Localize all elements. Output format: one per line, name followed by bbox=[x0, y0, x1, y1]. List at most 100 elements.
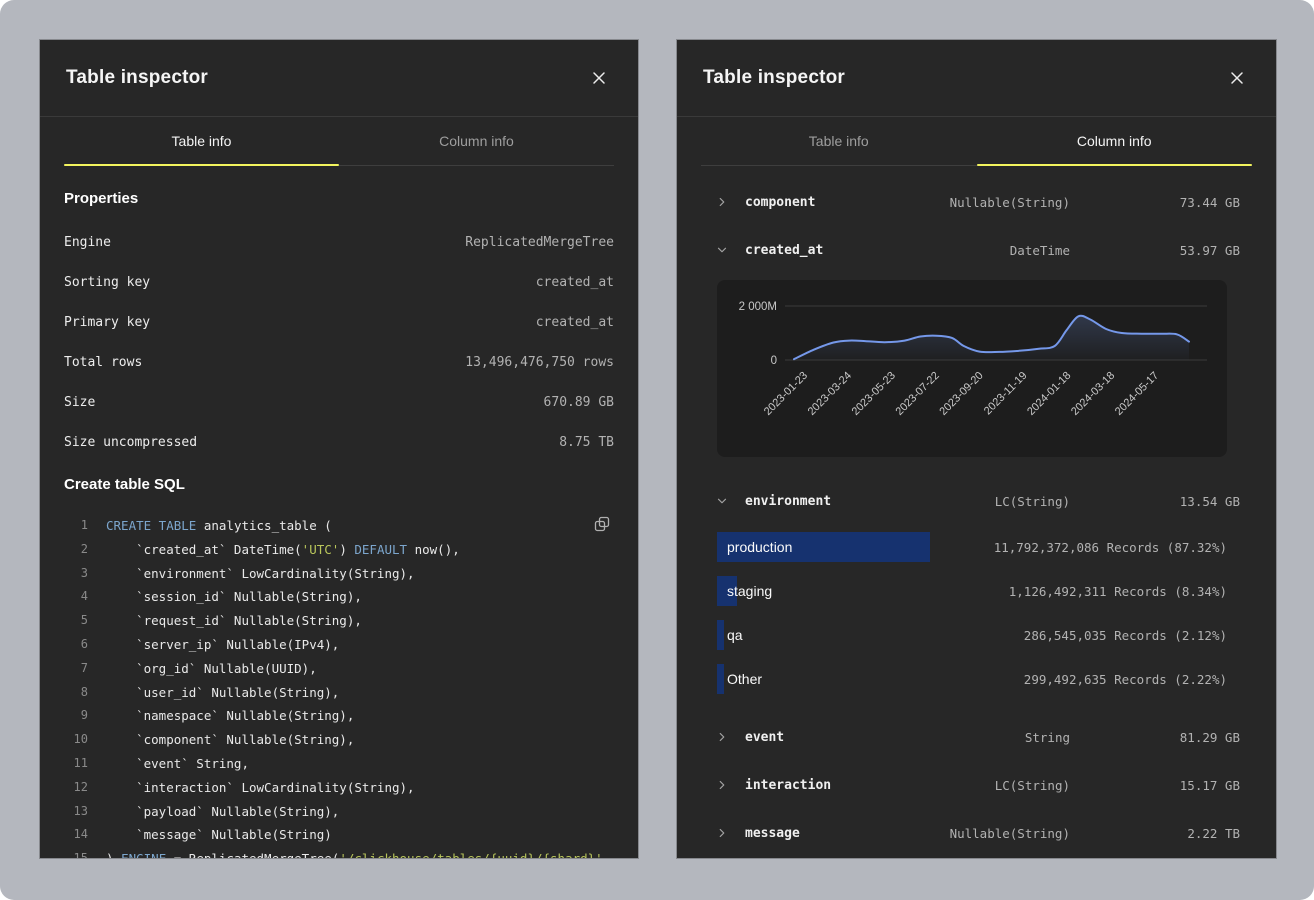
table-inspector-modal-table-info: Table inspector Table info Column info P… bbox=[40, 40, 638, 858]
tab-column-info[interactable]: Column info bbox=[339, 117, 614, 165]
property-label: Primary key bbox=[64, 315, 150, 330]
line-number: 7 bbox=[64, 657, 88, 681]
chevron-down-icon bbox=[715, 494, 729, 508]
column-name: event bbox=[745, 730, 910, 745]
property-value: ReplicatedMergeTree bbox=[465, 235, 614, 250]
tab-column-info[interactable]: Column info bbox=[977, 117, 1253, 165]
line-number: 13 bbox=[64, 800, 88, 824]
column-type: String bbox=[910, 730, 1070, 745]
column-row-interaction[interactable]: interaction LC(String) 15.17 GB bbox=[677, 761, 1276, 809]
sql-code-line: 1CREATE TABLE analytics_table ( bbox=[64, 514, 614, 538]
property-value: 8.75 TB bbox=[559, 435, 614, 450]
close-icon bbox=[592, 71, 606, 85]
column-size: 73.44 GB bbox=[1070, 195, 1240, 210]
property-value: created_at bbox=[536, 315, 614, 330]
property-label: Size bbox=[64, 395, 95, 410]
value-row-staging: staging 1,126,492,311 Records (8.34%) bbox=[677, 569, 1276, 613]
value-row-production: production 11,792,372,086 Records (87.32… bbox=[677, 525, 1276, 569]
column-type: LC(String) bbox=[910, 778, 1070, 793]
sql-code-line: 9 `namespace` Nullable(String), bbox=[64, 704, 614, 728]
tab-table-info[interactable]: Table info bbox=[64, 117, 339, 165]
line-number: 8 bbox=[64, 681, 88, 705]
close-button[interactable] bbox=[586, 65, 612, 91]
modal-title: Table inspector bbox=[66, 67, 208, 89]
line-number: 15 bbox=[64, 847, 88, 858]
column-name: environment bbox=[745, 494, 910, 509]
value-row-Other: Other 299,492,635 Records (2.22%) bbox=[677, 657, 1276, 701]
property-label: Sorting key bbox=[64, 275, 150, 290]
line-number: 4 bbox=[64, 585, 88, 609]
table-inspector-modal-column-info: Table inspector Table info Column info c… bbox=[677, 40, 1276, 858]
chevron-right-icon bbox=[715, 195, 729, 209]
value-label: Other bbox=[727, 671, 762, 687]
expand-toggle[interactable] bbox=[715, 494, 745, 508]
property-row: Size uncompressed 8.75 TB bbox=[64, 422, 614, 462]
column-row-message[interactable]: message Nullable(String) 2.22 TB bbox=[677, 809, 1276, 857]
copy-sql-button[interactable] bbox=[594, 516, 610, 535]
column-row-created_at[interactable]: created_at DateTime 53.97 GB bbox=[677, 226, 1276, 274]
x-axis-tick-label: 2023-01-23 bbox=[762, 370, 810, 418]
property-label: Engine bbox=[64, 235, 111, 250]
modal-header: Table inspector bbox=[40, 40, 638, 117]
column-row-environment[interactable]: environment LC(String) 13.54 GB bbox=[677, 477, 1276, 525]
column-name: message bbox=[745, 826, 910, 841]
column-size: 2.22 TB bbox=[1070, 826, 1240, 841]
column-name: created_at bbox=[745, 243, 910, 258]
sql-code-line: 13 `payload` Nullable(String), bbox=[64, 800, 614, 824]
expand-toggle[interactable] bbox=[715, 730, 745, 744]
value-bar bbox=[717, 664, 724, 694]
sql-code-line: 3 `environment` LowCardinality(String), bbox=[64, 562, 614, 586]
page-background: Table inspector Table info Column info P… bbox=[0, 0, 1314, 900]
expand-toggle[interactable] bbox=[715, 778, 745, 792]
value-label: production bbox=[727, 539, 792, 555]
line-number: 2 bbox=[64, 538, 88, 562]
create-sql-heading: Create table SQL bbox=[64, 472, 614, 498]
chart-area-fill bbox=[794, 316, 1189, 360]
chevron-right-icon bbox=[715, 730, 729, 744]
line-number: 12 bbox=[64, 776, 88, 800]
x-axis-tick-label: 2023-09-20 bbox=[937, 370, 985, 418]
sql-code-line: 6 `server_ip` Nullable(IPv4), bbox=[64, 633, 614, 657]
x-axis-tick-label: 2023-11-19 bbox=[982, 370, 1030, 418]
sql-code-line: 12 `interaction` LowCardinality(String), bbox=[64, 776, 614, 800]
column-size: 13.54 GB bbox=[1070, 494, 1240, 509]
tab-table-info[interactable]: Table info bbox=[701, 117, 977, 165]
x-axis-tick-label: 2023-05-23 bbox=[850, 370, 898, 418]
column-type: Nullable(String) bbox=[910, 195, 1070, 210]
column-row-component[interactable]: component Nullable(String) 73.44 GB bbox=[677, 178, 1276, 226]
line-number: 14 bbox=[64, 823, 88, 847]
x-axis-tick-label: 2024-03-18 bbox=[1069, 370, 1117, 418]
property-row: Total rows 13,496,476,750 rows bbox=[64, 342, 614, 382]
y-axis-zero-label: 0 bbox=[771, 355, 777, 367]
sql-code-line: 10 `component` Nullable(String), bbox=[64, 728, 614, 752]
property-row: Engine ReplicatedMergeTree bbox=[64, 222, 614, 262]
created-at-chart-card: 2 000M 0 2023-01-232023-03-242023-05-232… bbox=[717, 280, 1227, 457]
sql-code-line: 2 `created_at` DateTime('UTC') DEFAULT n… bbox=[64, 538, 614, 562]
value-records: 1,126,492,311 Records (8.34%) bbox=[1009, 584, 1227, 599]
expand-toggle[interactable] bbox=[715, 826, 745, 840]
column-name: component bbox=[745, 195, 910, 210]
line-number: 11 bbox=[64, 752, 88, 776]
tab-bar: Table info Column info bbox=[64, 117, 614, 166]
line-number: 1 bbox=[64, 514, 88, 538]
column-row-event[interactable]: event String 81.29 GB bbox=[677, 713, 1276, 761]
sql-code-line: 4 `session_id` Nullable(String), bbox=[64, 585, 614, 609]
column-type: DateTime bbox=[910, 243, 1070, 258]
value-records: 286,545,035 Records (2.12%) bbox=[1024, 628, 1227, 643]
column-size: 81.29 GB bbox=[1070, 730, 1240, 745]
line-number: 10 bbox=[64, 728, 88, 752]
column-list: component Nullable(String) 73.44 GB crea… bbox=[677, 166, 1276, 857]
sql-code-block: 1CREATE TABLE analytics_table (2 `create… bbox=[64, 514, 614, 858]
expand-toggle[interactable] bbox=[715, 243, 745, 257]
column-name: interaction bbox=[745, 778, 910, 793]
x-axis-tick-label: 2023-03-24 bbox=[806, 370, 854, 418]
column-type: LC(String) bbox=[910, 494, 1070, 509]
property-row: Size 670.89 GB bbox=[64, 382, 614, 422]
chevron-right-icon bbox=[715, 826, 729, 840]
value-label: qa bbox=[727, 627, 743, 643]
chevron-down-icon bbox=[715, 243, 729, 257]
expand-toggle[interactable] bbox=[715, 195, 745, 209]
close-button[interactable] bbox=[1224, 65, 1250, 91]
line-number: 9 bbox=[64, 704, 88, 728]
properties-heading: Properties bbox=[64, 186, 614, 212]
